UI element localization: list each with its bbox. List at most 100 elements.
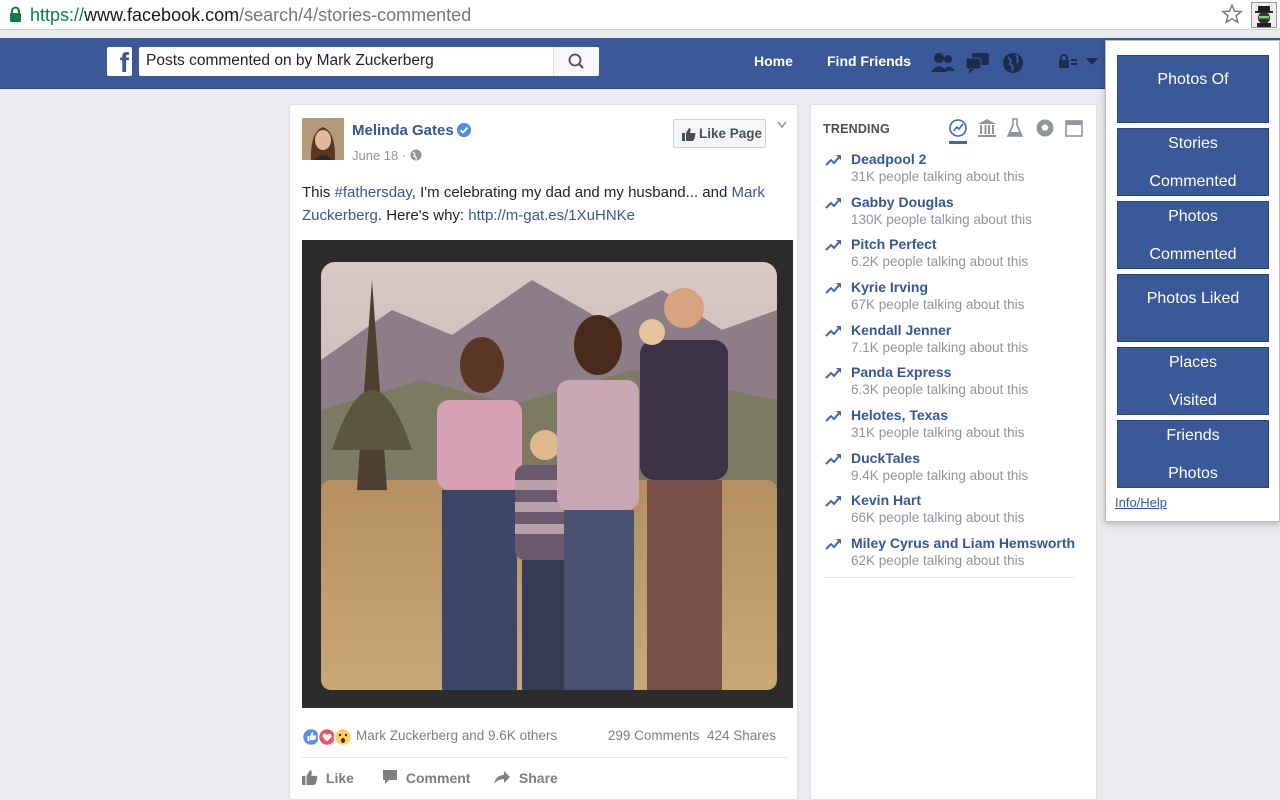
share-arrow-icon [494, 771, 510, 784]
trending-topic-count: 6.2K people talking about this [851, 254, 1029, 269]
trending-item[interactable]: Helotes, Texas 31K people talking about … [825, 407, 1085, 447]
science-icon[interactable] [1005, 117, 1025, 139]
search-input[interactable]: Posts commented on by Mark Zuckerberg [139, 47, 599, 76]
photos-commented-button[interactable]: Photos Commented [1117, 201, 1269, 269]
trending-arrow-icon [825, 539, 841, 550]
trending-tab-indicator [949, 141, 967, 144]
photos-liked-button[interactable]: Photos Liked [1117, 274, 1269, 342]
trending-topic-count: 31K people talking about this [851, 425, 1025, 440]
news-feed-post: Melinda Gates June 18 · Like Page This #… [289, 104, 798, 800]
extension-popup: Photos Of Stories Commented Photos Comment… [1105, 40, 1280, 522]
post-date[interactable]: June 18 · [352, 148, 422, 163]
trending-topic-name[interactable]: Kendall Jenner [851, 322, 951, 338]
search-value: Posts commented on by Mark Zuckerberg [146, 52, 434, 69]
browser-address-bar: https://www.facebook.com/search/4/storie… [0, 0, 1280, 30]
reactions-summary[interactable]: Mark Zuckerberg and 9.6K others [356, 728, 557, 743]
trending-topic-count: 31K people talking about this [851, 169, 1025, 184]
trending-topic-name[interactable]: Gabby Douglas [851, 194, 954, 210]
trending-topic-name[interactable]: Helotes, Texas [851, 407, 948, 423]
trending-item[interactable]: Kevin Hart 66K people talking about this [825, 492, 1085, 532]
public-globe-icon [410, 149, 422, 161]
friends-photos-button[interactable]: Friends Photos [1117, 420, 1269, 488]
bookmark-star-icon[interactable] [1221, 3, 1243, 25]
entertainment-icon[interactable] [1064, 117, 1084, 139]
trending-topic-name[interactable]: Panda Express [851, 364, 951, 380]
trending-topic-count: 9.4K people talking about this [851, 468, 1029, 483]
trending-topic-name[interactable]: Deadpool 2 [851, 151, 926, 167]
trending-topic-count: 62K people talking about this [851, 553, 1025, 568]
trending-topic-name[interactable]: Kevin Hart [851, 492, 921, 508]
reactions-bar: Mark Zuckerberg and 9.6K others 299 Comm… [302, 727, 782, 747]
places-visited-button[interactable]: Places Visited [1117, 347, 1269, 415]
notifications-globe-icon[interactable] [1002, 51, 1024, 75]
trending-item[interactable]: Miley Cyrus and Liam Hemsworth 62K peopl… [825, 535, 1085, 575]
trending-topic-count: 66K people talking about this [851, 510, 1025, 525]
trending-heading: TRENDING [823, 122, 890, 136]
reaction-icons[interactable] [302, 727, 354, 747]
account-menu-caret-icon[interactable] [1086, 58, 1098, 66]
comments-shares-count[interactable]: 299 Comments 424 Shares [608, 728, 776, 743]
trending-arrow-icon [825, 155, 841, 166]
friend-requests-icon[interactable] [930, 51, 956, 75]
facebook-logo[interactable]: f [107, 47, 132, 78]
trending-panel: TRENDING Deadpool 2 31K people talking a… [810, 104, 1097, 800]
messages-icon[interactable] [965, 51, 991, 75]
trending-item[interactable]: Kendall Jenner 7.1K people talking about… [825, 322, 1085, 362]
trending-arrow-icon [825, 496, 841, 507]
sports-icon[interactable] [1035, 117, 1055, 139]
trending-item[interactable]: Panda Express 6.3K people talking about … [825, 364, 1085, 404]
trending-topic-count: 67K people talking about this [851, 297, 1025, 312]
trending-arrow-icon [825, 326, 841, 337]
trending-topic-name[interactable]: DuckTales [851, 450, 920, 466]
trending-top-icon[interactable] [949, 117, 969, 139]
trending-arrow-icon [825, 368, 841, 379]
share-action-button[interactable]: Share [493, 769, 558, 786]
extension-button[interactable] [1251, 2, 1277, 28]
comment-action-button[interactable]: Comment [382, 769, 470, 786]
photos-of-button[interactable]: Photos Of [1117, 55, 1269, 123]
trending-topic-count: 7.1K people talking about this [851, 340, 1029, 355]
url-field[interactable]: https://www.facebook.com/search/4/storie… [30, 4, 471, 26]
like-page-button[interactable]: Like Page [673, 119, 766, 148]
trending-item[interactable]: Deadpool 2 31K people talking about this [825, 151, 1085, 191]
author-avatar[interactable] [302, 118, 344, 160]
post-photo[interactable] [302, 240, 793, 708]
info-help-link[interactable]: Info/Help [1115, 495, 1167, 510]
post-text: This #fathersday, I'm celebrating my dad… [302, 184, 765, 224]
spy-icon [1255, 6, 1273, 27]
trending-item[interactable]: Gabby Douglas 130K people talking about … [825, 194, 1085, 234]
trending-arrow-icon [825, 411, 841, 422]
hashtag-link[interactable]: #fathersday [335, 184, 412, 201]
trending-item[interactable]: DuckTales 9.4K people talking about this [825, 450, 1085, 490]
stories-commented-button[interactable]: Stories Commented [1117, 128, 1269, 196]
trending-topic-name[interactable]: Pitch Perfect [851, 236, 937, 252]
nav-find-friends[interactable]: Find Friends [827, 53, 911, 69]
external-link[interactable]: http://m-gat.es/1XuHNKe [468, 207, 635, 224]
privacy-shortcuts-icon[interactable] [1058, 51, 1080, 73]
nav-home[interactable]: Home [754, 53, 793, 69]
post-options-chevron-icon[interactable] [777, 121, 787, 129]
trending-topic-name[interactable]: Miley Cyrus and Liam Hemsworth [851, 535, 1075, 551]
thumbs-up-icon [682, 128, 696, 141]
trending-divider [823, 577, 1075, 578]
search-button[interactable] [553, 47, 599, 76]
like-thumb-icon [302, 770, 318, 785]
trending-arrow-icon [825, 198, 841, 209]
trending-topic-count: 130K people talking about this [851, 212, 1032, 227]
politics-icon[interactable] [977, 117, 997, 139]
like-action-button[interactable]: Like [302, 769, 354, 786]
facebook-header: f Posts commented on by Mark Zuckerberg … [0, 38, 1280, 89]
verified-badge-icon [457, 123, 471, 137]
post-divider [302, 757, 787, 758]
trending-item[interactable]: Kyrie Irving 67K people talking about th… [825, 279, 1085, 319]
trending-arrow-icon [825, 240, 841, 251]
trending-arrow-icon [825, 283, 841, 294]
comment-bubble-icon [383, 770, 397, 784]
search-icon [568, 53, 584, 69]
trending-arrow-icon [825, 454, 841, 465]
post-author-name[interactable]: Melinda Gates [352, 122, 454, 139]
trending-topic-count: 6.3K people talking about this [851, 382, 1029, 397]
trending-topic-name[interactable]: Kyrie Irving [851, 279, 928, 295]
trending-item[interactable]: Pitch Perfect 6.2K people talking about … [825, 236, 1085, 276]
lock-icon [10, 6, 21, 22]
